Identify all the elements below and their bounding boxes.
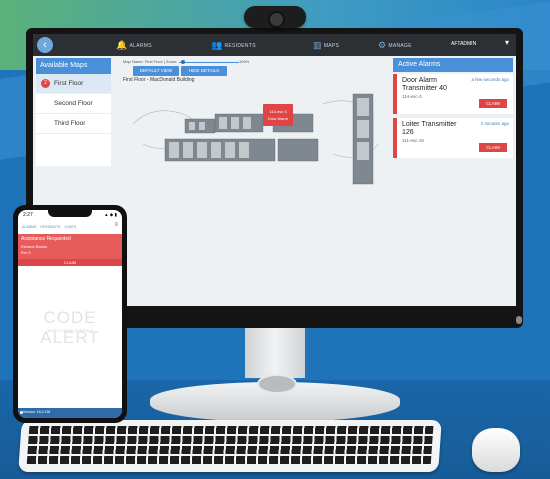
alarm-code: 114-esc-3 bbox=[402, 94, 422, 99]
alert-resident: Eleanor Banks bbox=[21, 244, 48, 249]
hamburger-menu-icon[interactable]: ≡ bbox=[114, 222, 118, 228]
nav-alarms[interactable]: 🔔 ALARMS bbox=[116, 40, 152, 51]
alarm-name: Loiter Transmitter 126 bbox=[402, 121, 457, 136]
user-menu[interactable]: AFTADMIN bbox=[451, 41, 476, 47]
bell-icon: 🔔 bbox=[116, 40, 128, 50]
phone-screen: 2:27 ▲ ◆ ▮ ALARMS RESIDENTS CHATS ≡ Assi… bbox=[18, 210, 122, 418]
default-view-button[interactable]: DEFAULT VIEW bbox=[133, 66, 179, 76]
zoom-slider-handle[interactable] bbox=[181, 60, 186, 64]
floor-item-second[interactable]: Second Floor bbox=[36, 94, 111, 114]
active-alarms-panel: Active Alarms Door Alarm Transmitter 40 … bbox=[393, 58, 513, 158]
phone-notch bbox=[48, 210, 92, 217]
alarm-time: a few seconds ago bbox=[471, 77, 509, 82]
chevron-down-icon[interactable]: ▾ bbox=[505, 38, 509, 47]
alert-title: Assistance Requested bbox=[21, 236, 71, 242]
floor-label: Third Floor bbox=[54, 120, 86, 127]
webcam-lens bbox=[268, 11, 285, 28]
available-maps-title: Available Maps bbox=[36, 58, 111, 74]
version-text: Version: 16.0.138 bbox=[23, 410, 51, 414]
zoom-label: Map Name: First Floor | Zoom: bbox=[123, 59, 178, 64]
floor-plan-map[interactable]: 114-esc 3 Door Alarm bbox=[123, 84, 385, 194]
floor-label: First Floor bbox=[54, 80, 84, 87]
alarm-time: 2 minutes ago bbox=[480, 121, 509, 126]
alert-room: Rm 2 bbox=[21, 250, 31, 255]
phone-nav: ALARMS RESIDENTS CHATS bbox=[18, 222, 122, 232]
alarm-marker[interactable]: 114-esc 3 Door Alarm bbox=[263, 104, 293, 126]
logo-tagline: Senior Living Solutions bbox=[47, 328, 93, 333]
map-icon: ▥ bbox=[313, 40, 322, 50]
claim-button[interactable]: CLAIM bbox=[479, 143, 507, 152]
phone-tab-alarms[interactable]: ALARMS bbox=[22, 222, 36, 232]
map-title: First Floor - MacDonald Building bbox=[123, 77, 195, 83]
phone-clock: 2:27 bbox=[23, 212, 33, 218]
nav-maps[interactable]: ▥ MAPS bbox=[313, 40, 339, 51]
floor-label: Second Floor bbox=[54, 100, 93, 107]
zoom-value: 100% bbox=[239, 59, 250, 64]
zoom-slider[interactable] bbox=[179, 62, 239, 63]
phone-footer: Version: 16.0.138 bbox=[18, 408, 122, 418]
keyboard bbox=[18, 420, 442, 472]
nav-manage[interactable]: ⚙ MANAGE bbox=[378, 40, 412, 51]
phone-tab-residents[interactable]: RESIDENTS bbox=[40, 222, 60, 232]
alarm-count-badge: 2 bbox=[41, 79, 50, 88]
apple-logo-icon bbox=[516, 316, 522, 324]
alarm-name: Door Alarm Transmitter 40 bbox=[402, 77, 447, 92]
available-maps-panel: Available Maps 2 First Floor Second Floo… bbox=[36, 58, 111, 166]
back-button[interactable]: ‹ bbox=[37, 37, 53, 53]
floor-item-first[interactable]: 2 First Floor bbox=[36, 74, 111, 94]
hide-details-button[interactable]: HIDE DETAILS bbox=[181, 66, 227, 76]
alarm-card[interactable]: Loiter Transmitter 126 111-esc-16 2 minu… bbox=[393, 118, 513, 158]
alarm-card[interactable]: Door Alarm Transmitter 40 114-esc-3 a fe… bbox=[393, 74, 513, 114]
webcam bbox=[244, 6, 306, 28]
stand-cable-hole bbox=[257, 374, 297, 394]
keyboard-keys bbox=[26, 426, 434, 466]
marker-type: Door Alarm bbox=[268, 116, 289, 121]
phone-claim-button[interactable]: CLAIM bbox=[18, 259, 122, 266]
mouse bbox=[472, 428, 520, 472]
phone-tab-chats[interactable]: CHATS bbox=[64, 222, 76, 232]
monitor-stand-neck bbox=[245, 328, 305, 378]
gears-icon: ⚙ bbox=[378, 40, 387, 50]
floor-item-third[interactable]: Third Floor bbox=[36, 114, 111, 134]
nav-residents[interactable]: 👥 RESIDENTS bbox=[211, 40, 256, 51]
alarm-code: 111-esc-16 bbox=[402, 138, 424, 143]
users-icon: 👥 bbox=[211, 40, 223, 50]
active-alarms-title: Active Alarms bbox=[393, 58, 513, 72]
claim-button[interactable]: CLAIM bbox=[479, 99, 507, 108]
map-area: Map Name: First Floor | Zoom: 100% DEFAU… bbox=[119, 58, 389, 198]
top-nav-bar: ‹ 🔔 ALARMS 👥 RESIDENTS ▥ MAPS ⚙ MANAGE AFTAD… bbox=[33, 34, 516, 56]
marker-code: 114-esc 3 bbox=[269, 109, 287, 114]
phone-status-icons: ▲ ◆ ▮ bbox=[104, 212, 117, 217]
